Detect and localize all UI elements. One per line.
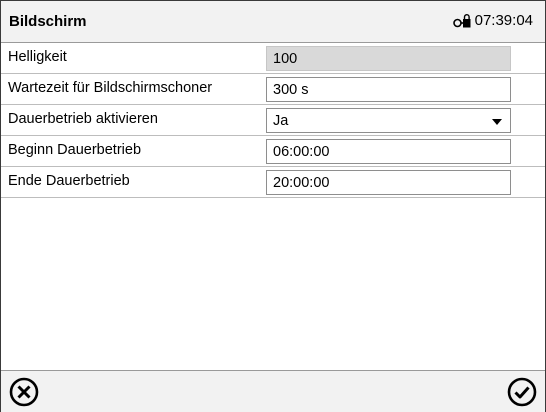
setting-row-continuous-mode: Dauerbetrieb aktivieren Ja xyxy=(1,104,545,136)
setting-label-continuous-mode: Dauerbetrieb aktivieren xyxy=(8,111,158,127)
header-bar: Bildschirm 07:39:04 xyxy=(1,1,545,43)
setting-label-continuous-end: Ende Dauerbetrieb xyxy=(8,173,130,189)
continuous-mode-dropdown[interactable]: Ja xyxy=(266,108,511,133)
brightness-value: 100 xyxy=(273,51,298,67)
clock-time: 07:39:04 xyxy=(474,12,533,29)
cancel-button[interactable] xyxy=(8,376,40,408)
setting-row-brightness: Helligkeit 100 xyxy=(1,42,545,74)
screensaver-wait-value: 300 s xyxy=(273,82,309,98)
page-title: Bildschirm xyxy=(9,13,87,30)
setting-row-continuous-start: Beginn Dauerbetrieb 06:00:00 xyxy=(1,135,545,167)
settings-window: Bildschirm 07:39:04 Helligkeit 100 Warte… xyxy=(0,0,546,412)
setting-row-screensaver-wait: Wartezeit für Bildschirmschoner 300 s xyxy=(1,73,545,105)
continuous-end-value: 20:00:00 xyxy=(273,175,330,191)
setting-label-screensaver-wait: Wartezeit für Bildschirmschoner xyxy=(8,80,213,96)
continuous-start-field[interactable]: 06:00:00 xyxy=(266,139,511,164)
confirm-button[interactable] xyxy=(506,376,538,408)
setting-row-continuous-end: Ende Dauerbetrieb 20:00:00 xyxy=(1,166,545,198)
footer-bar xyxy=(1,370,545,412)
confirm-icon xyxy=(506,376,538,408)
setting-label-continuous-start: Beginn Dauerbetrieb xyxy=(8,142,142,158)
lock-icon xyxy=(452,13,471,28)
setting-label-brightness: Helligkeit xyxy=(8,49,67,65)
header-status: 07:39:04 xyxy=(452,12,533,29)
continuous-end-field[interactable]: 20:00:00 xyxy=(266,170,511,195)
continuous-start-value: 06:00:00 xyxy=(273,144,330,160)
continuous-mode-value: Ja xyxy=(273,113,289,129)
brightness-field[interactable]: 100 xyxy=(266,46,511,71)
chevron-down-icon xyxy=(492,119,502,125)
screensaver-wait-field[interactable]: 300 s xyxy=(266,77,511,102)
cancel-icon xyxy=(8,376,40,408)
